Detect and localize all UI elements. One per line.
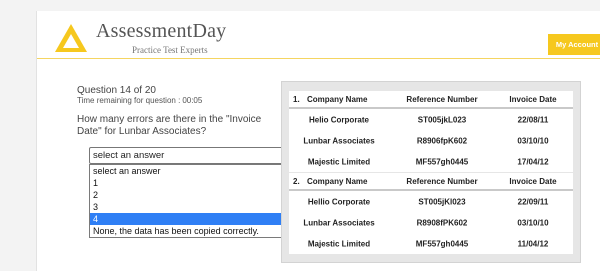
cell-company: Helio Corporate: [308, 115, 369, 124]
answer-select-value: select an answer: [93, 150, 165, 161]
answer-option[interactable]: select an answer: [90, 165, 307, 177]
cell-company: Majestic Limited: [307, 239, 371, 248]
brand-tagline: Practice Test Experts: [132, 45, 208, 55]
column-header-company: Company Name: [307, 177, 368, 186]
timer-value: 00:05: [182, 96, 203, 105]
table-2: 2. Company Name Reference Number Invoice…: [289, 173, 573, 254]
cell-company: Lunbar Associates: [303, 218, 375, 227]
table-row: Helio Corporate ST005jkL023 22/08/11: [289, 109, 573, 130]
column-header-reference: Reference Number: [406, 95, 478, 104]
table-1: 1. Company Name Reference Number Invoice…: [289, 91, 573, 172]
cell-date: 11/04/12: [517, 239, 549, 248]
table-row: Lunbar Associates R8906fpK602 03/10/10: [289, 130, 573, 151]
my-account-button[interactable]: My Account: [548, 34, 600, 55]
question-text: How many errors are there in the "Invoic…: [77, 114, 262, 137]
cell-date: 22/09/11: [517, 197, 549, 206]
cell-reference: ST005jkL023: [417, 115, 467, 124]
cell-company: Lunbar Associates: [303, 136, 375, 145]
question-timer: Time remaining for question :00:05: [77, 96, 202, 105]
cell-reference: MF557gh0445: [415, 157, 469, 166]
table-header: 1. Company Name Reference Number Invoice…: [289, 91, 573, 109]
table-number: 1.: [293, 95, 300, 104]
cell-date: 17/04/12: [517, 157, 549, 166]
answer-option[interactable]: 3: [90, 201, 307, 213]
column-header-date: Invoice Date: [509, 177, 557, 186]
cell-reference: ST005jKl023: [418, 197, 466, 206]
cell-company: Hellio Corporate: [307, 197, 371, 206]
cell-reference: MF557gh0445: [415, 239, 469, 248]
table-row: Hellio Corporate ST005jKl023 22/09/11: [289, 191, 573, 212]
table-row: Majestic Limited MF557gh0445 17/04/12: [289, 151, 573, 172]
column-header-company: Company Name: [307, 95, 368, 104]
site-header: AssessmentDay Practice Test Experts My A…: [37, 11, 600, 59]
table-body: Helio Corporate ST005jkL023 22/08/11 Lun…: [289, 109, 573, 172]
brand-name[interactable]: AssessmentDay: [96, 20, 226, 43]
cell-date: 22/08/11: [517, 115, 549, 124]
cell-date: 03/10/10: [517, 136, 549, 145]
answer-option[interactable]: 1: [90, 177, 307, 189]
cell-reference: R8908fPK602: [416, 218, 468, 227]
cell-reference: R8906fpK602: [416, 136, 468, 145]
answer-dropdown-list: select an answer 1 2 3 4 None, the data …: [89, 164, 308, 238]
question-number: Question 14 of 20: [77, 85, 156, 96]
answer-option[interactable]: None, the data has been copied correctly…: [90, 225, 307, 237]
table-row: Lunbar Associates R8908fPK602 03/10/10: [289, 212, 573, 233]
cell-date: 03/10/10: [517, 218, 549, 227]
data-comparison-panel: 1. Company Name Reference Number Invoice…: [281, 81, 581, 263]
table-body: Hellio Corporate ST005jKl023 22/09/11 Lu…: [289, 191, 573, 254]
timer-label: Time remaining for question :: [77, 96, 181, 105]
table-number: 2.: [293, 177, 300, 186]
answer-select[interactable]: select an answer ▼: [89, 147, 308, 164]
column-header-reference: Reference Number: [406, 177, 478, 186]
table-row: Majestic Limited MF557gh0445 11/04/12: [289, 233, 573, 254]
main-card: AssessmentDay Practice Test Experts My A…: [36, 11, 600, 271]
answer-option[interactable]: 2: [90, 189, 307, 201]
cell-company: Majestic Limited: [307, 157, 371, 166]
column-header-date: Invoice Date: [509, 95, 557, 104]
table-header: 2. Company Name Reference Number Invoice…: [289, 173, 573, 191]
header-divider: [37, 58, 600, 59]
answer-option-highlighted[interactable]: 4: [90, 213, 307, 225]
triangle-logo-icon: [55, 24, 87, 52]
